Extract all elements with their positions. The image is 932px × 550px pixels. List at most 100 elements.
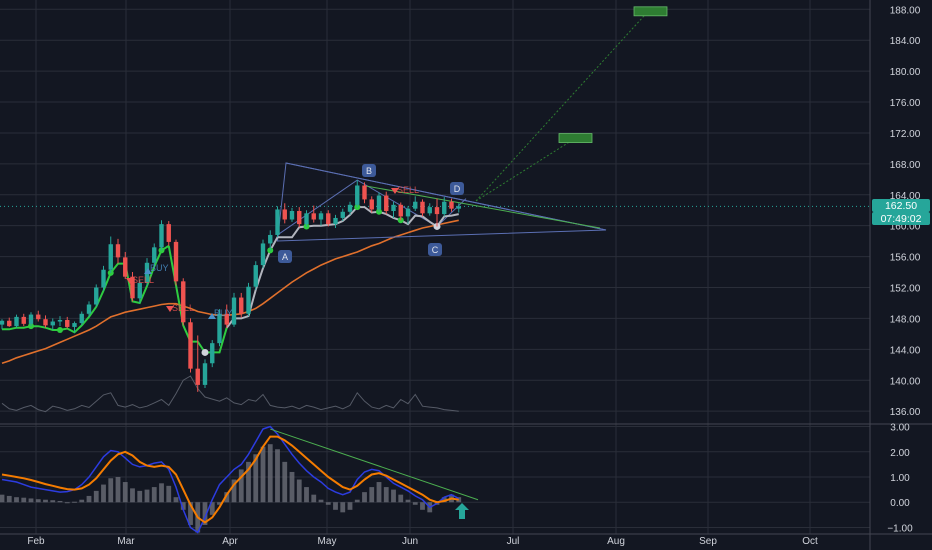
candle-body — [65, 319, 70, 327]
time-tick-label: Oct — [802, 536, 818, 547]
candle-body — [166, 224, 171, 242]
candle-body — [159, 224, 164, 248]
macd-histogram-bar — [130, 488, 135, 503]
macd-histogram-bar — [398, 494, 404, 503]
candle — [210, 340, 215, 368]
candle-body — [57, 319, 63, 322]
candle-body — [376, 195, 382, 210]
candle-body — [318, 213, 324, 220]
pattern-label-text: D — [454, 184, 461, 194]
macd-histogram-bar — [101, 484, 106, 503]
macd-histogram-bar — [57, 500, 63, 503]
candle-body — [369, 199, 374, 210]
price-tick-label: 184.00 — [890, 36, 921, 47]
macd-histogram-bar — [93, 490, 99, 503]
signal-label: SELL — [172, 303, 194, 313]
last-price-label: 162.50 07:49:02 — [872, 199, 930, 225]
candle-body — [14, 316, 19, 327]
price-tick-label: 148.00 — [890, 314, 921, 325]
macd-histogram-bar — [318, 499, 324, 503]
candle-body — [413, 201, 418, 209]
macd-histogram-bar — [282, 461, 288, 503]
candle-body — [210, 343, 215, 364]
macd-histogram-bar — [72, 501, 77, 503]
price-tick-label: 168.00 — [890, 160, 921, 171]
pattern-label-c: C — [428, 243, 442, 256]
macd-tick-label: 1.00 — [890, 473, 910, 484]
pattern-label-text: C — [432, 245, 439, 255]
macd-histogram-bar — [405, 499, 411, 503]
macd-histogram-bar — [354, 499, 360, 503]
macd-histogram-bar — [0, 494, 5, 503]
price-tick-label: 136.00 — [890, 407, 921, 418]
macd-histogram-bar — [333, 502, 338, 510]
candle-body — [405, 208, 411, 217]
candle-body — [86, 304, 92, 314]
candle-body — [202, 363, 208, 385]
candle-body — [115, 244, 121, 258]
candle-body — [217, 313, 222, 344]
candle-body — [21, 316, 26, 324]
price-tick-label: 152.00 — [890, 284, 921, 295]
candle-body — [260, 243, 266, 266]
pattern-label-b: B — [362, 164, 376, 177]
last-price-text: 162.50 — [885, 200, 917, 212]
macd-histogram-bar — [151, 487, 157, 503]
candle-body — [253, 265, 258, 287]
signal-label: BUY — [150, 263, 169, 273]
time-tick-label: Sep — [699, 536, 717, 547]
time-tick-label: Jul — [507, 536, 520, 547]
macd-histogram-bar — [43, 499, 48, 503]
macd-histogram-bar — [311, 494, 317, 503]
candle-body — [347, 204, 353, 212]
macd-histogram-bar — [260, 446, 266, 503]
macd-tick-label: −1.00 — [887, 523, 913, 534]
candle-body — [152, 247, 157, 263]
price-tick-label: 172.00 — [890, 129, 921, 140]
pattern-label-text: B — [366, 166, 372, 176]
candle-body — [239, 297, 244, 314]
macd-histogram-bar — [35, 499, 41, 503]
macd-histogram-bar — [391, 489, 396, 503]
candle-body — [289, 211, 295, 220]
candle — [173, 239, 179, 286]
candle — [159, 220, 164, 251]
candle-body — [355, 185, 360, 205]
pattern-label-a: A — [278, 250, 292, 263]
pattern-label-text: A — [282, 252, 288, 262]
macd-histogram-bar — [79, 499, 85, 503]
pattern-label-d: D — [450, 182, 464, 195]
candle-body — [362, 185, 367, 200]
time-tick-label: Feb — [27, 536, 45, 547]
macd-tick-label: 0.00 — [890, 498, 910, 509]
macd-histogram-bar — [21, 497, 27, 503]
candle — [188, 318, 193, 373]
stock-chart[interactable]: A B C D BUY BUY SELL SELL SELL 188.00 184.00 180.… — [0, 0, 932, 550]
time-tick-label: Apr — [222, 536, 238, 547]
macd-histogram-bar — [420, 502, 425, 510]
price-tick-label: 144.00 — [890, 345, 921, 356]
signal-label: BUY — [214, 308, 233, 318]
candle-body — [36, 314, 41, 320]
candle — [202, 359, 208, 388]
candle-body — [282, 209, 287, 220]
candle-body — [181, 281, 186, 323]
candle-body — [420, 201, 425, 214]
macd-histogram-bar — [166, 485, 172, 503]
candle — [253, 261, 258, 290]
candle-body — [304, 213, 309, 225]
candle-body — [28, 314, 34, 324]
candle-body — [340, 211, 345, 218]
time-tick-label: Aug — [607, 536, 625, 547]
macd-histogram-bar — [86, 495, 92, 503]
target-box — [558, 133, 593, 143]
candle — [246, 282, 251, 317]
candle-body — [137, 282, 142, 299]
candle-body — [101, 269, 106, 288]
macd-histogram-bar — [340, 502, 346, 513]
candle-body — [195, 368, 200, 385]
candle-body — [72, 323, 77, 327]
macd-histogram-bar — [28, 498, 34, 503]
countdown-text: 07:49:02 — [881, 213, 922, 225]
macd-histogram-bar — [304, 487, 309, 503]
